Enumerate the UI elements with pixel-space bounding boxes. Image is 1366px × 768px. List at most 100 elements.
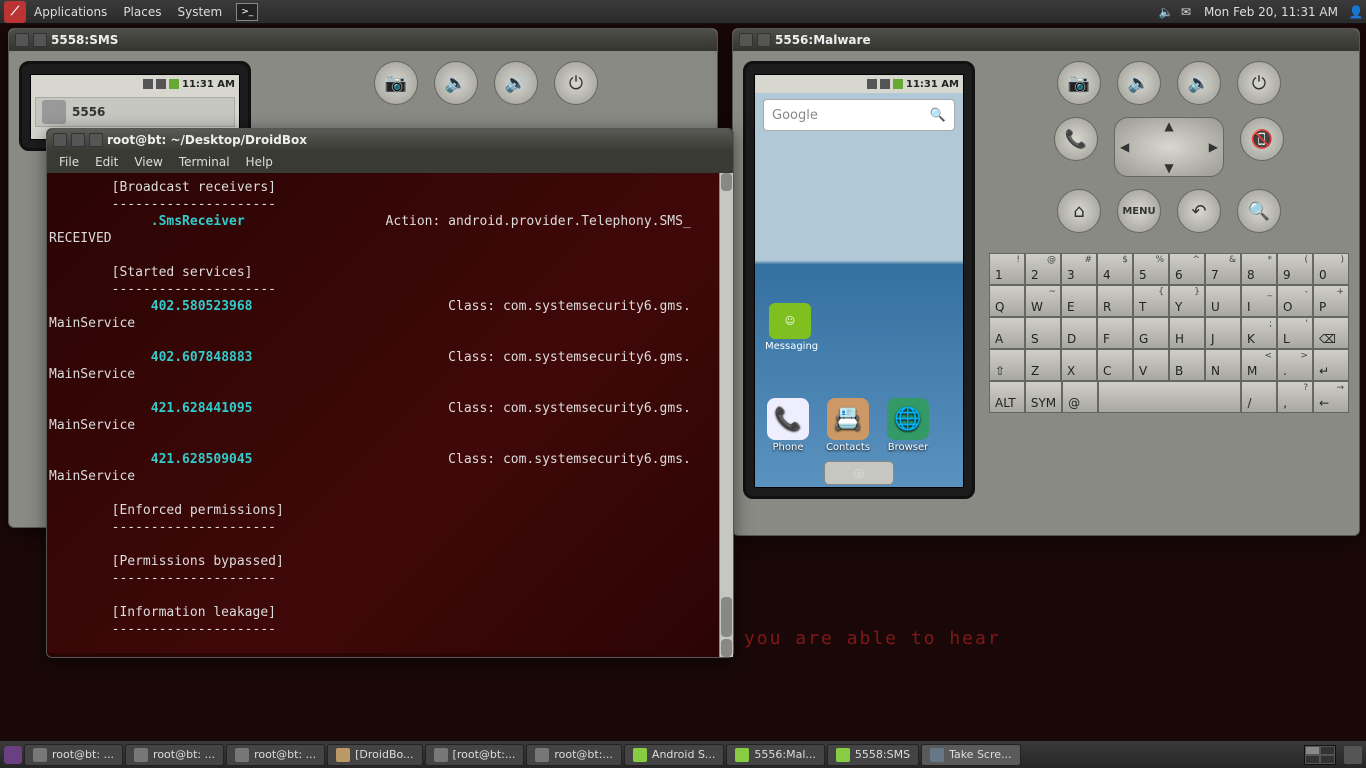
maximize-icon[interactable]	[71, 133, 85, 147]
menu-edit[interactable]: Edit	[89, 153, 124, 171]
taskbar-item[interactable]: Take Scre...	[921, 744, 1020, 766]
key-9[interactable]: 9(	[1277, 253, 1313, 285]
back-button[interactable]: ↶	[1177, 189, 1221, 233]
menu-file[interactable]: File	[53, 153, 85, 171]
key-6[interactable]: 6^	[1169, 253, 1205, 285]
show-desktop-icon[interactable]	[4, 746, 22, 764]
search-icon[interactable]: 🔍	[930, 108, 946, 123]
camera-button[interactable]: 📷	[1057, 61, 1101, 105]
sms-thread-header[interactable]: 5556	[35, 97, 235, 127]
workspace-switcher[interactable]	[1304, 745, 1336, 765]
key-l[interactable]: L'	[1277, 317, 1313, 349]
phone-screen[interactable]: 11:31 AM Google 🔍 ☺ Messaging 📞Phone 📇Co…	[754, 74, 964, 488]
taskbar-item[interactable]: 5558:SMS	[827, 744, 919, 766]
search-button[interactable]: 🔍	[1237, 189, 1281, 233]
key-k[interactable]: K;	[1241, 317, 1277, 349]
taskbar-item[interactable]: root@bt: ...	[226, 744, 325, 766]
mail-icon[interactable]: ✉	[1176, 5, 1196, 19]
key-t[interactable]: T{	[1133, 285, 1169, 317]
trash-icon[interactable]	[1344, 746, 1362, 764]
key-q[interactable]: Q	[989, 285, 1025, 317]
key-slash[interactable]: /	[1241, 381, 1277, 413]
app-messaging[interactable]: ☺ Messaging	[765, 303, 815, 352]
power-button[interactable]: ⏻	[1237, 61, 1281, 105]
app-phone[interactable]: 📞Phone	[763, 398, 813, 453]
app-browser[interactable]: 🌐Browser	[883, 398, 933, 453]
scroll-thumb[interactable]	[721, 597, 732, 637]
key-g[interactable]: G	[1133, 317, 1169, 349]
key-backspace[interactable]: ⌫	[1313, 317, 1349, 349]
key-4[interactable]: 4$	[1097, 253, 1133, 285]
menu-button[interactable]: MENU	[1117, 189, 1161, 233]
key-z[interactable]: Z	[1025, 349, 1061, 381]
vol-down-button[interactable]: 🔉	[1117, 61, 1161, 105]
key-r[interactable]: R	[1097, 285, 1133, 317]
key-space[interactable]	[1098, 381, 1241, 413]
taskbar-item[interactable]: root@bt: ...	[125, 744, 224, 766]
vol-up-button[interactable]: 🔊	[494, 61, 538, 105]
scrollbar[interactable]	[719, 173, 733, 657]
minimize-icon[interactable]	[53, 133, 67, 147]
key-e[interactable]: E	[1061, 285, 1097, 317]
app-drawer-button[interactable]: ◎	[824, 461, 894, 485]
distro-logo-icon[interactable]: ⟋	[4, 1, 26, 23]
key-alt[interactable]: ALT	[989, 381, 1025, 413]
key-b[interactable]: B	[1169, 349, 1205, 381]
key-2[interactable]: 2@	[1025, 253, 1061, 285]
key-0[interactable]: 0)	[1313, 253, 1349, 285]
titlebar-emu-5558[interactable]: 5558:SMS	[9, 29, 717, 51]
key-enter[interactable]: ↵	[1313, 349, 1349, 381]
key-p[interactable]: P+	[1313, 285, 1349, 317]
menu-places[interactable]: Places	[115, 5, 169, 19]
key-i[interactable]: I_	[1241, 285, 1277, 317]
key-c[interactable]: C	[1097, 349, 1133, 381]
key-v[interactable]: V	[1133, 349, 1169, 381]
menu-terminal[interactable]: Terminal	[173, 153, 236, 171]
clock[interactable]: Mon Feb 20, 11:31 AM	[1196, 5, 1346, 19]
google-search-bar[interactable]: Google 🔍	[763, 99, 955, 131]
key-u[interactable]: U	[1205, 285, 1241, 317]
key-y[interactable]: Y}	[1169, 285, 1205, 317]
user-icon[interactable]: 👤	[1346, 5, 1366, 19]
key-x[interactable]: X	[1061, 349, 1097, 381]
key-f[interactable]: F	[1097, 317, 1133, 349]
key-n[interactable]: N	[1205, 349, 1241, 381]
dpad-left-icon[interactable]: ◀	[1120, 140, 1129, 154]
dpad-right-icon[interactable]: ▶	[1209, 140, 1218, 154]
key-1[interactable]: 1!	[989, 253, 1025, 285]
terminal-output[interactable]: [Broadcast receivers] ------------------…	[47, 173, 733, 653]
dpad-up-icon[interactable]: ▲	[1164, 119, 1173, 133]
minimize-icon[interactable]	[15, 33, 29, 47]
menu-applications[interactable]: Applications	[26, 5, 115, 19]
scroll-up-button[interactable]	[721, 173, 732, 191]
key-shift[interactable]: ⇧	[989, 349, 1025, 381]
home-button[interactable]: ⌂	[1057, 189, 1101, 233]
menu-view[interactable]: View	[128, 153, 168, 171]
close-icon[interactable]	[33, 33, 47, 47]
key-.[interactable]: .>	[1277, 349, 1313, 381]
taskbar-item[interactable]: [DroidBo...	[327, 744, 422, 766]
key-w[interactable]: W~	[1025, 285, 1061, 317]
key-at[interactable]: @	[1062, 381, 1098, 413]
taskbar-item[interactable]: root@bt: ...	[24, 744, 123, 766]
key-5[interactable]: 5%	[1133, 253, 1169, 285]
key-comma[interactable]: ,?	[1277, 381, 1313, 413]
taskbar-item[interactable]: [root@bt:...	[425, 744, 525, 766]
call-button[interactable]: 📞	[1054, 117, 1098, 161]
vol-up-button[interactable]: 🔊	[1177, 61, 1221, 105]
dpad-down-icon[interactable]: ▼	[1164, 161, 1173, 175]
key-d[interactable]: D	[1061, 317, 1097, 349]
key-o[interactable]: O-	[1277, 285, 1313, 317]
titlebar-terminal[interactable]: root@bt: ~/Desktop/DroidBox	[47, 129, 733, 151]
camera-button[interactable]: 📷	[374, 61, 418, 105]
power-button[interactable]: ⏻	[554, 61, 598, 105]
titlebar-emu-5556[interactable]: 5556:Malware	[733, 29, 1359, 51]
menu-system[interactable]: System	[169, 5, 230, 19]
key-8[interactable]: 8*	[1241, 253, 1277, 285]
close-icon[interactable]	[89, 133, 103, 147]
close-icon[interactable]	[757, 33, 771, 47]
endcall-button[interactable]: 📵	[1240, 117, 1284, 161]
vol-down-button[interactable]: 🔉	[434, 61, 478, 105]
menu-help[interactable]: Help	[240, 153, 279, 171]
key-h[interactable]: H	[1169, 317, 1205, 349]
